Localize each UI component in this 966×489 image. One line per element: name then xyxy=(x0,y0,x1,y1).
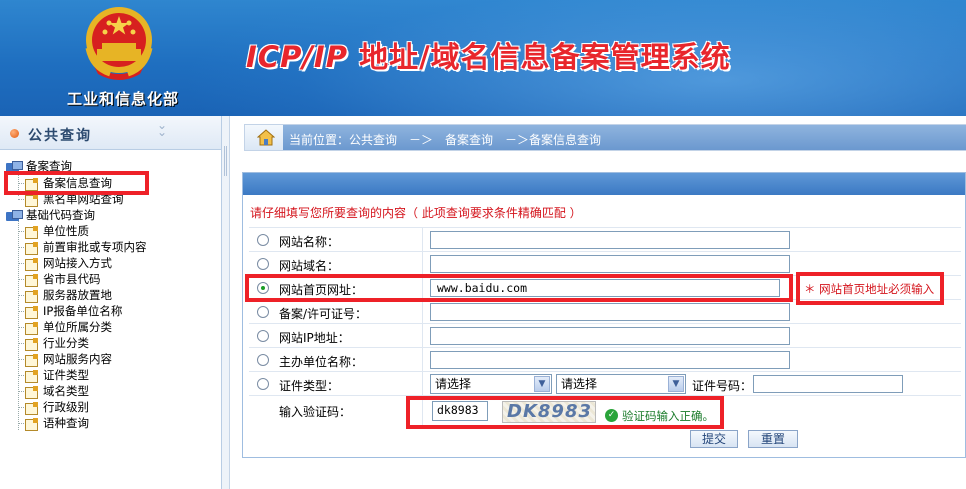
document-icon xyxy=(25,241,39,255)
radio-organizer[interactable] xyxy=(257,354,269,366)
label-ip: 网站IP地址： xyxy=(279,331,350,345)
tree-item[interactable]: 前置审批或专项内容 xyxy=(18,239,147,255)
row-organizer: 主办单位名称： xyxy=(249,347,961,371)
tree-group-base-code[interactable]: 基础代码查询 xyxy=(6,207,95,223)
tree-item-label: 网站接入方式 xyxy=(43,256,112,270)
highlight-box-captcha xyxy=(406,396,724,429)
input-domain[interactable] xyxy=(430,255,790,273)
row-site-name: 网站名称： xyxy=(249,227,961,251)
folder-icon xyxy=(6,209,23,222)
select-cert-type-2[interactable]: 请选择 ▼ xyxy=(556,374,686,394)
tree-item[interactable]: 语种查询 xyxy=(18,415,89,431)
tree-item-label: 语种查询 xyxy=(43,416,89,430)
collapse-chevron-icon[interactable]: ⌄ ⌄ xyxy=(157,119,167,138)
tree-item[interactable]: 行政级别 xyxy=(18,399,89,415)
system-title-latin: ICP/IP xyxy=(246,40,348,74)
reset-button[interactable]: 重置 xyxy=(748,430,798,448)
input-site-name[interactable] xyxy=(430,231,790,249)
splitter-handle[interactable] xyxy=(222,116,230,489)
ministry-name: 工业和信息化部 xyxy=(66,90,179,108)
site-header: 工业和信息化部 ICP/IP 地址/域名信息备案管理系统 xyxy=(0,0,966,116)
tree-item-label: IP报备单位名称 xyxy=(43,304,123,318)
tree-item-label: 网站服务内容 xyxy=(43,352,112,366)
input-organizer[interactable] xyxy=(430,351,790,369)
document-icon xyxy=(25,353,39,367)
bullet-icon xyxy=(10,129,19,138)
tree-item-label: 前置审批或专项内容 xyxy=(43,240,147,254)
document-icon xyxy=(25,337,39,351)
tree-item[interactable]: 域名类型 xyxy=(18,383,89,399)
row-ip: 网站IP地址： xyxy=(249,323,961,347)
highlight-box-url-row xyxy=(245,274,793,302)
breadcrumb: 当前位置：公共查询 －＞ 备案查询 －＞备案信息查询 xyxy=(289,133,602,147)
sidebar-title: 公共查询 xyxy=(28,128,92,144)
system-title-chinese: 地址/域名信息备案管理系统 xyxy=(359,40,731,74)
tree-item[interactable]: 单位所属分类 xyxy=(18,319,112,335)
label-cert-number: 证件号码： xyxy=(692,379,753,393)
label-domain: 网站域名： xyxy=(279,259,340,273)
tree-item[interactable]: 行业分类 xyxy=(18,335,89,351)
tree-item[interactable]: 省市县代码 xyxy=(18,271,101,287)
label-site-name: 网站名称： xyxy=(279,235,340,249)
breadcrumb-bar: 当前位置：公共查询 －＞ 备案查询 －＞备案信息查询 xyxy=(244,124,966,151)
dropdown-arrow-icon[interactable]: ▼ xyxy=(668,376,684,392)
radio-domain[interactable] xyxy=(257,258,269,270)
radio-cert-type[interactable] xyxy=(257,378,269,390)
document-icon xyxy=(25,225,39,239)
document-icon xyxy=(25,369,39,383)
row-cert-type: 证件类型： 请选择 ▼ 请选择 ▼ 证件号码： xyxy=(249,371,961,395)
tree-item-label: 行政级别 xyxy=(43,400,89,414)
label-organizer: 主办单位名称： xyxy=(279,355,364,369)
label-captcha: 输入验证码： xyxy=(279,405,352,419)
input-ip[interactable] xyxy=(430,327,790,345)
tree-item[interactable]: IP报备单位名称 xyxy=(18,303,122,319)
home-icon[interactable] xyxy=(257,129,275,146)
document-icon xyxy=(25,257,39,271)
select-cert-type-1[interactable]: 请选择 ▼ xyxy=(430,374,552,394)
national-emblem-icon xyxy=(85,7,153,80)
document-icon xyxy=(25,401,39,415)
sidebar-header[interactable]: 公共查询 ⌄ ⌄ xyxy=(0,116,221,150)
tree-item-label: 域名类型 xyxy=(43,384,89,398)
radio-ip[interactable] xyxy=(257,330,269,342)
document-icon xyxy=(25,305,39,319)
grip-icon xyxy=(224,146,227,176)
tree-item-label: 服务器放置地 xyxy=(43,288,112,302)
tree-item[interactable]: 服务器放置地 xyxy=(18,287,112,303)
label-cert-type: 证件类型： xyxy=(279,379,340,393)
panel-header xyxy=(243,173,965,195)
select-value: 请选择 xyxy=(435,377,472,391)
tree-item-label: 行业分类 xyxy=(43,336,89,350)
submit-button[interactable]: 提交 xyxy=(690,430,738,448)
highlight-box-required-note xyxy=(796,272,944,305)
radio-license[interactable] xyxy=(257,306,269,318)
document-icon xyxy=(25,289,39,303)
system-title: ICP/IP 地址/域名信息备案管理系统 xyxy=(246,34,731,76)
document-icon xyxy=(25,193,39,207)
tree-item-label: 证件类型 xyxy=(43,368,89,382)
form-hint: 请仔细填写您所要查询的内容（ 此项查询要求条件精确匹配 ） xyxy=(250,206,582,220)
input-cert-number[interactable] xyxy=(753,375,903,393)
highlight-box-sidebar-item xyxy=(4,171,149,195)
radio-site-name[interactable] xyxy=(257,234,269,246)
document-icon xyxy=(25,321,39,335)
tree-item-label: 单位所属分类 xyxy=(43,320,112,334)
dropdown-arrow-icon[interactable]: ▼ xyxy=(534,376,550,392)
label-license: 备案/许可证号： xyxy=(279,307,368,321)
tree-item[interactable]: 证件类型 xyxy=(18,367,89,383)
document-icon xyxy=(25,273,39,287)
select-value: 请选择 xyxy=(561,377,598,391)
tree-item-label: 省市县代码 xyxy=(43,272,101,286)
tree-item[interactable]: 单位性质 xyxy=(18,223,89,239)
document-icon xyxy=(25,417,39,431)
tree-item[interactable]: 网站服务内容 xyxy=(18,351,112,367)
tree-group-label: 基础代码查询 xyxy=(26,208,95,222)
document-icon xyxy=(25,385,39,399)
tree-item[interactable]: 网站接入方式 xyxy=(18,255,112,271)
tree-item-label: 单位性质 xyxy=(43,224,89,238)
input-license[interactable] xyxy=(430,303,790,321)
